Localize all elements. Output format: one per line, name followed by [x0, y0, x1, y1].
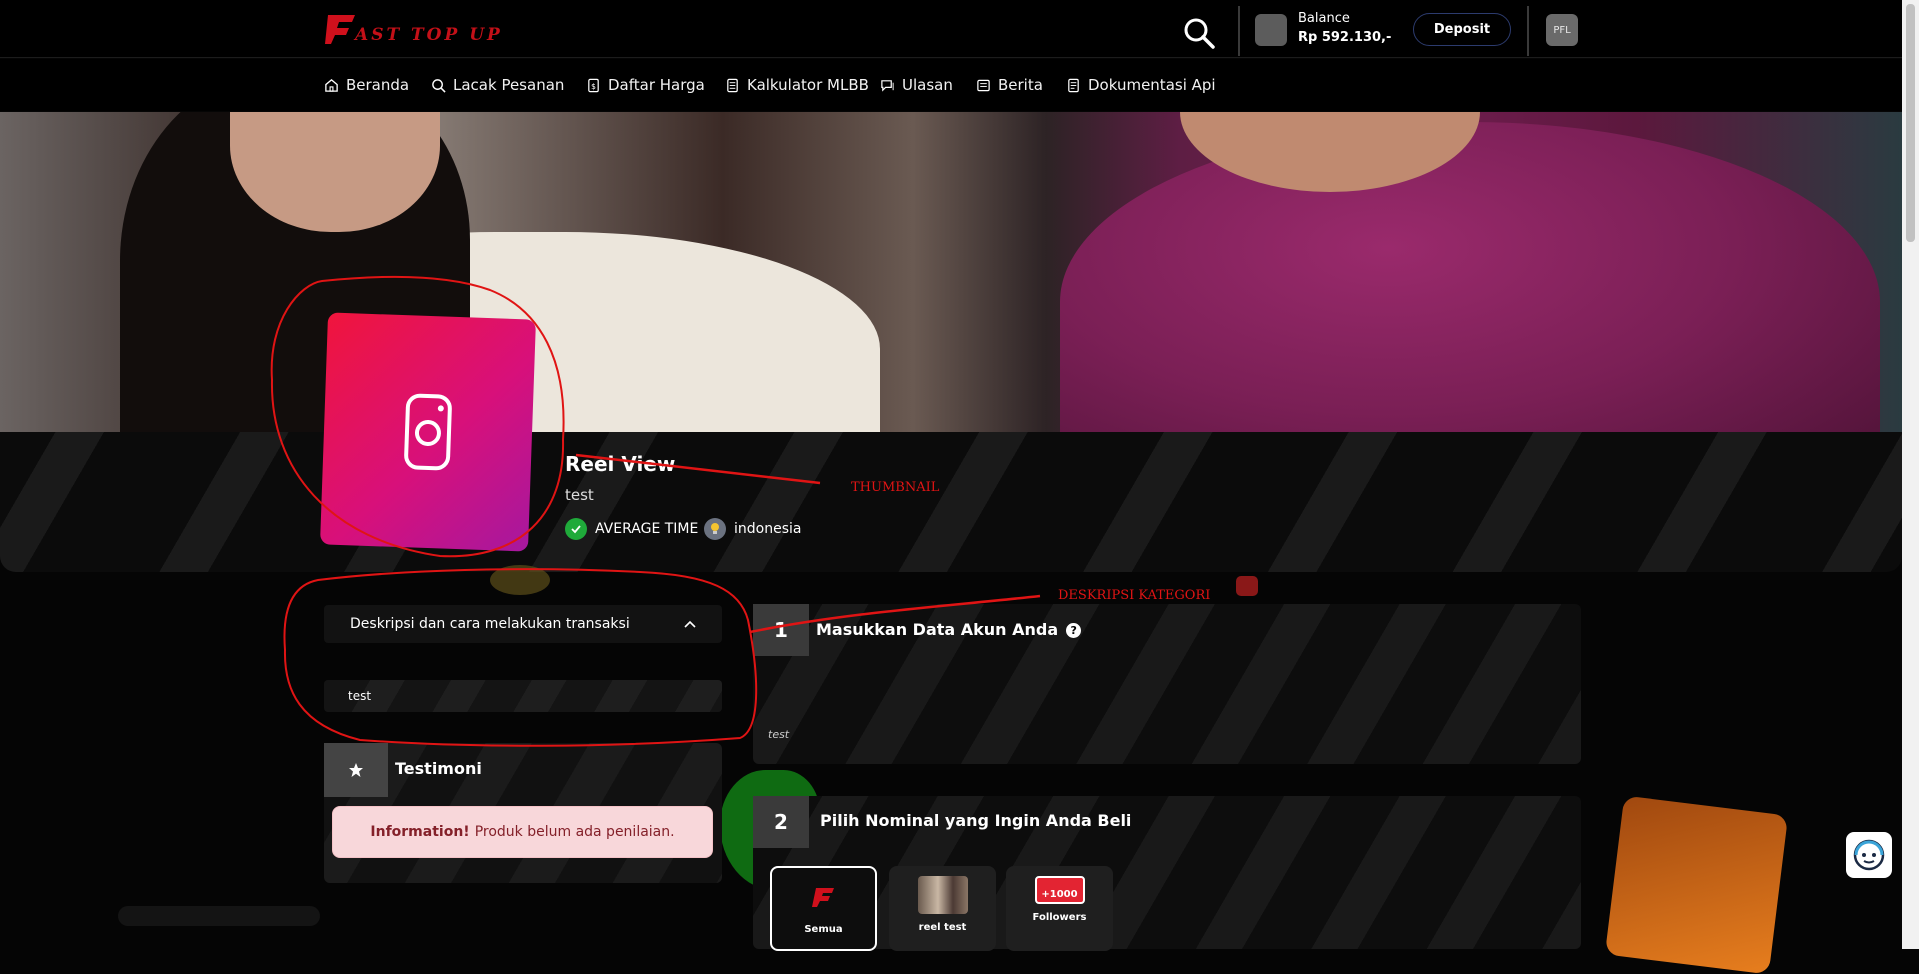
instagram-icon — [404, 393, 452, 471]
category-subtitle: test — [565, 486, 594, 504]
balance-value: Rp 592.130,- — [1298, 30, 1392, 45]
document-icon — [1068, 78, 1079, 92]
category-title: Reel View — [565, 452, 676, 476]
balance-label: Balance — [1298, 11, 1350, 26]
main-navigation: Beranda Lacak Pesanan $ Daftar Harga Kal… — [0, 59, 1902, 111]
nav-item-daftar-harga[interactable]: $ Daftar Harga — [586, 76, 705, 94]
svg-text:$: $ — [591, 81, 596, 90]
badge-label: indonesia — [734, 521, 802, 537]
nav-item-beranda[interactable]: Beranda — [324, 76, 409, 94]
annotation-thumbnail: THUMBNAIL — [851, 480, 940, 495]
page-scrollbar[interactable] — [1902, 0, 1919, 949]
step-2-title: Pilih Nominal yang Ingin Anda Beli — [820, 811, 1132, 830]
check-icon — [565, 518, 587, 540]
annotation-deskripsi: DESKRIPSI KATEGORI — [1058, 588, 1211, 603]
average-time-badge: AVERAGE TIME — [565, 518, 698, 540]
category-header — [0, 432, 1902, 572]
testimoni-title: Testimoni — [395, 759, 482, 778]
step-2-number: 2 — [753, 796, 809, 848]
option-label: Followers — [1032, 912, 1087, 923]
search-icon — [432, 78, 446, 93]
region-badge: indonesia — [704, 518, 801, 540]
nav-label: Beranda — [346, 76, 410, 94]
followers-badge-text: +1000 — [1041, 888, 1078, 900]
info-alert: Information! Produk belum ada penilaian. — [332, 806, 713, 858]
price-list-icon: $ — [588, 78, 599, 92]
option-followers[interactable]: +1000 Followers — [1006, 866, 1113, 951]
badge-label: AVERAGE TIME — [595, 521, 699, 537]
option-semua[interactable]: Semua — [770, 866, 877, 951]
option-label: reel test — [918, 922, 967, 933]
photo-thumbnail — [917, 876, 968, 914]
decor-blob — [1236, 576, 1258, 596]
chat-support-icon[interactable] — [1846, 832, 1892, 878]
top-bar: AST TOP UP Balance Rp 592.130,- Deposit … — [0, 0, 1902, 58]
review-icon — [881, 79, 894, 92]
balance-avatar — [1255, 14, 1287, 46]
profile-avatar[interactable]: PFL — [1546, 14, 1578, 46]
description-title: Deskripsi dan cara melakukan transaksi — [350, 616, 630, 632]
nav-label: Kalkulator MLBB — [747, 76, 869, 94]
nav-label: Dokumentasi Api — [1088, 76, 1216, 94]
search-icon[interactable] — [1182, 16, 1216, 50]
nav-label: Daftar Harga — [608, 76, 705, 94]
step-1-description: test — [768, 728, 790, 741]
category-thumbnail — [320, 312, 536, 552]
news-icon — [977, 79, 990, 91]
option-reel-test[interactable]: reel test — [889, 866, 996, 951]
brand-logo[interactable]: AST TOP UP — [325, 12, 520, 46]
chevron-up-icon — [684, 616, 696, 632]
nav-label: Berita — [998, 76, 1043, 94]
lightbulb-icon — [704, 518, 726, 540]
nav-label: Lacak Pesanan — [453, 76, 565, 94]
nav-item-berita[interactable]: Berita — [976, 76, 1043, 94]
nav-item-kalkulator-mlbb[interactable]: Kalkulator MLBB — [725, 76, 869, 94]
nav-item-ulasan[interactable]: Ulasan — [880, 76, 953, 94]
decor-blob — [490, 565, 550, 595]
step-1-title: Masukkan Data Akun Anda? — [816, 620, 1082, 639]
calculator-icon — [727, 78, 738, 92]
help-icon[interactable]: ? — [1066, 623, 1082, 638]
alert-text: Produk belum ada penilaian. — [474, 824, 675, 840]
svg-text:AST TOP UP: AST TOP UP — [353, 25, 503, 45]
nav-label: Ulasan — [902, 76, 953, 94]
home-icon — [325, 78, 338, 92]
scrollbar-thumb[interactable] — [1906, 4, 1915, 242]
promo-card[interactable] — [1604, 795, 1789, 974]
followers-badge-icon: +1000 — [1034, 876, 1085, 904]
star-icon — [324, 743, 388, 797]
divider — [1527, 6, 1529, 56]
nav-item-dokumentasi-api[interactable]: Dokumentasi Api — [1066, 76, 1216, 94]
divider — [1238, 6, 1240, 56]
brand-logo-icon — [799, 878, 849, 916]
description-content: test — [324, 680, 722, 712]
nav-item-lacak-pesanan[interactable]: Lacak Pesanan — [431, 76, 564, 94]
deposit-button[interactable]: Deposit — [1413, 13, 1511, 46]
step-1-number: 1 — [753, 604, 809, 656]
option-label: Semua — [804, 924, 843, 935]
step-1-title-text: Masukkan Data Akun Anda — [816, 620, 1059, 639]
hero-banner — [0, 112, 1902, 432]
description-toggle[interactable]: Deskripsi dan cara melakukan transaksi — [324, 605, 722, 643]
alert-strong: Information! — [370, 824, 470, 840]
decor-shadow — [118, 906, 320, 926]
